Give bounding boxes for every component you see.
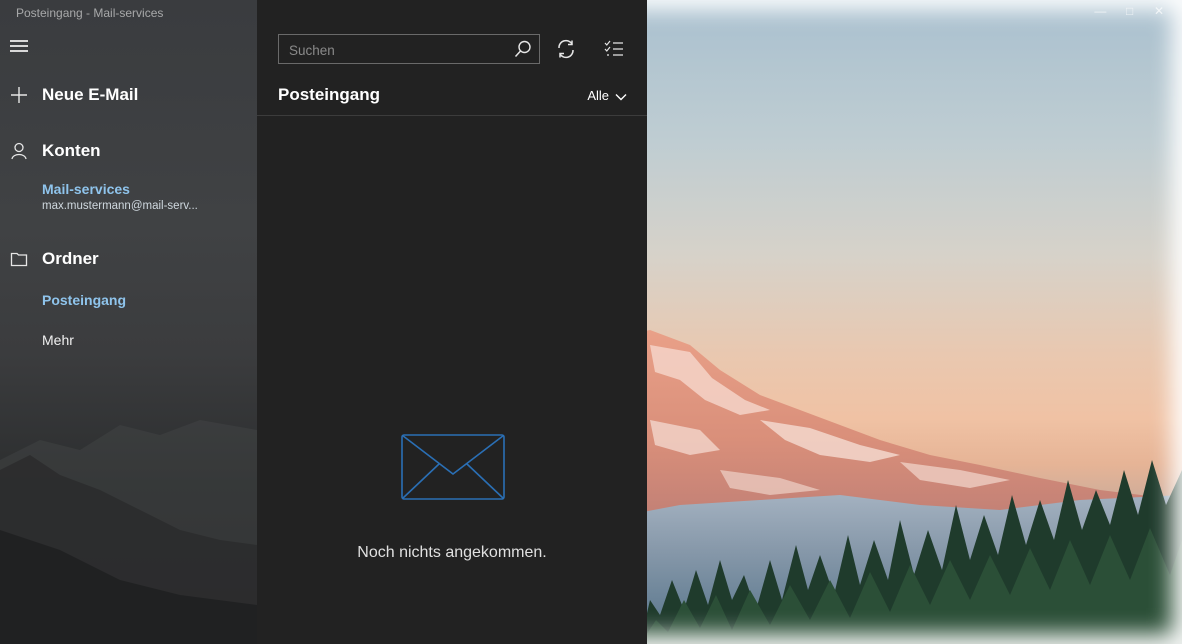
minimize-button[interactable]: — [1087, 4, 1113, 18]
title-bar: Posteingang - Mail-services — □ ✕ [0, 0, 1182, 28]
account-name: Mail-services [42, 181, 130, 197]
plus-icon [11, 87, 27, 103]
search-icon[interactable] [513, 39, 533, 59]
account-email: max.mustermann@mail-serv... [42, 200, 198, 212]
hamburger-icon[interactable] [10, 40, 28, 54]
person-icon [11, 142, 27, 160]
accounts-header[interactable]: Konten [0, 134, 257, 168]
divider [257, 115, 647, 116]
maximize-button[interactable]: □ [1117, 4, 1143, 18]
chevron-down-icon [615, 93, 627, 101]
new-mail-label: Neue E-Mail [42, 85, 139, 104]
filter-dropdown[interactable]: Alle [587, 88, 627, 103]
search-input[interactable] [279, 35, 511, 65]
folders-header[interactable]: Ordner [0, 242, 257, 276]
window-controls: — □ ✕ [1087, 4, 1172, 18]
folder-item-mehr[interactable]: Mehr [42, 332, 74, 348]
folder-icon [10, 252, 28, 267]
navigation-pane: Neue E-Mail Konten Mail-services max.mus… [0, 0, 257, 644]
new-mail-button[interactable]: Neue E-Mail [0, 78, 257, 112]
selection-mode-icon[interactable] [604, 40, 624, 58]
mail-app-window: Posteingang - Mail-services — □ ✕ Neue E… [0, 0, 1182, 644]
filter-label: Alle [587, 88, 609, 103]
nav-background-mountains [0, 420, 257, 644]
folders-label: Ordner [42, 249, 99, 268]
close-button[interactable]: ✕ [1146, 4, 1172, 18]
folder-item-posteingang[interactable]: Posteingang [42, 292, 126, 308]
empty-state-message: Noch nichts angekommen. [357, 544, 547, 561]
message-list-pane: Posteingang Alle Noch nichts angekommen. [257, 0, 647, 644]
search-box [278, 34, 540, 65]
accounts-label: Konten [42, 141, 101, 160]
folder-title: Posteingang [278, 85, 381, 104]
window-title: Posteingang - Mail-services [16, 6, 164, 20]
envelope-icon [401, 434, 505, 500]
sync-icon[interactable] [555, 38, 577, 60]
